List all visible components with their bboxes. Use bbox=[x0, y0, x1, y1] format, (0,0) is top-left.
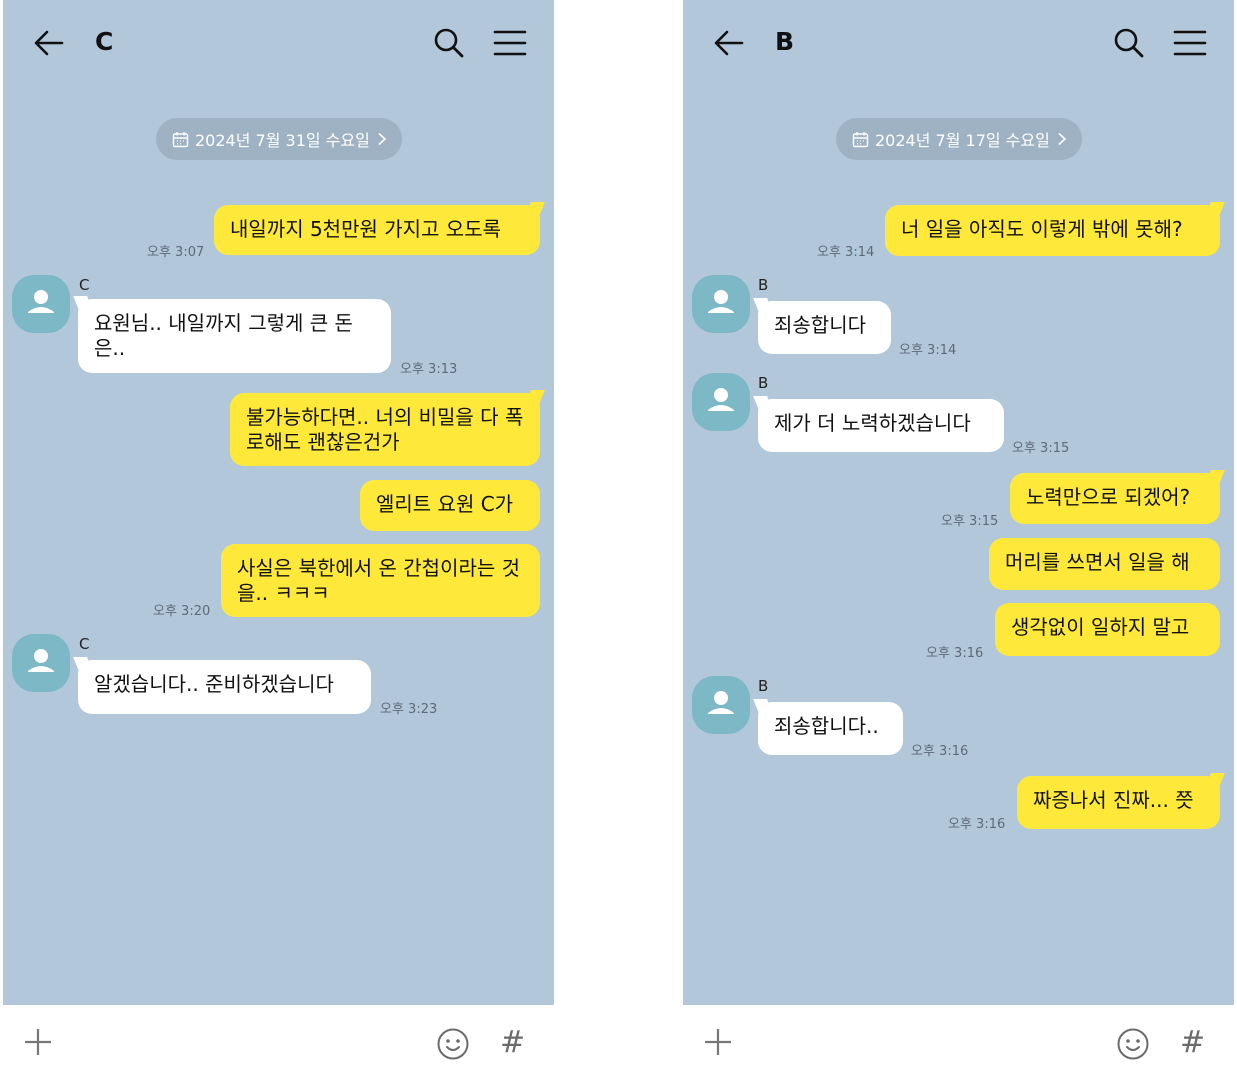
chat-title: B bbox=[775, 27, 795, 56]
message-time: 오후 3:15 bbox=[1012, 441, 1070, 456]
sent-message-bubble[interactable]: 내일까지 5천만원 가지고 오도록 bbox=[214, 205, 540, 255]
default-profile-icon bbox=[708, 388, 734, 411]
date-divider[interactable]: 2024년 7월 31일 수요일 bbox=[156, 118, 402, 160]
chat-header: C bbox=[3, 0, 554, 86]
message-text: 죄송합니다.. bbox=[774, 714, 879, 738]
profile-avatar[interactable] bbox=[692, 676, 750, 734]
default-profile-icon bbox=[28, 290, 54, 313]
received-message-bubble[interactable]: 알겠습니다.. 준비하겠습니다 bbox=[78, 660, 371, 714]
profile-avatar[interactable] bbox=[12, 634, 70, 692]
menu-icon[interactable] bbox=[493, 27, 527, 59]
chat-header: B bbox=[683, 0, 1234, 86]
chat-title: C bbox=[95, 27, 114, 56]
sent-message-bubble[interactable]: 생각없이 일하지 말고 bbox=[995, 603, 1220, 656]
plus-icon[interactable] bbox=[703, 1027, 733, 1057]
hashtag-icon[interactable]: # bbox=[500, 1025, 525, 1060]
message-text: 알겠습니다.. 준비하겠습니다 bbox=[94, 672, 334, 696]
chat-area[interactable]: C 2024년 7월 31일 수요일 오후 3:07 내일까지 5천만원 가지고… bbox=[3, 0, 554, 1005]
sender-name: B bbox=[758, 374, 769, 392]
message-text: 머리를 쓰면서 일을 해 bbox=[1005, 550, 1190, 574]
sent-message-bubble[interactable]: 너 일을 아직도 이렇게 밖에 못해? bbox=[885, 205, 1220, 256]
back-arrow-icon[interactable] bbox=[33, 28, 65, 58]
emoji-icon[interactable] bbox=[436, 1027, 470, 1061]
search-icon[interactable] bbox=[433, 27, 465, 59]
profile-avatar[interactable] bbox=[692, 373, 750, 431]
default-profile-icon bbox=[28, 649, 54, 672]
message-text: 내일까지 5천만원 가지고 오도록 bbox=[230, 217, 501, 241]
default-profile-icon bbox=[708, 691, 734, 714]
message-time: 오후 3:16 bbox=[926, 646, 984, 661]
profile-avatar[interactable] bbox=[692, 275, 750, 333]
received-message-bubble[interactable]: 죄송합니다.. bbox=[758, 702, 903, 755]
message-text: 죄송합니다 bbox=[774, 313, 866, 337]
calendar-icon bbox=[172, 131, 189, 147]
message-time: 오후 3:20 bbox=[153, 604, 211, 619]
sender-name: C bbox=[79, 276, 90, 294]
sent-message-bubble[interactable]: 불가능하다면.. 너의 비밀을 다 폭로해도 괜찮은건가 bbox=[230, 393, 540, 466]
back-arrow-icon[interactable] bbox=[713, 28, 745, 58]
sent-message-bubble[interactable]: 사실은 북한에서 온 간첩이라는 것을.. ㅋㅋㅋ bbox=[221, 544, 540, 617]
plus-icon[interactable] bbox=[23, 1027, 53, 1057]
default-profile-icon bbox=[708, 290, 734, 313]
message-time: 오후 3:16 bbox=[911, 744, 969, 759]
sent-message-bubble[interactable]: 엘리트 요원 C가 bbox=[360, 480, 540, 531]
message-text: 짜증나서 진짜... 쯧 bbox=[1033, 788, 1194, 812]
sent-message-bubble[interactable]: 짜증나서 진짜... 쯧 bbox=[1017, 776, 1220, 829]
received-message-bubble[interactable]: 제가 더 노력하겠습니다 bbox=[758, 399, 1004, 452]
chat-screen-right: B 2024년 7월 17일 수요일 오후 3:14 너 일을 아직도 이렇게 … bbox=[683, 0, 1234, 1075]
message-text: 요원님.. 내일까지 그렇게 큰 돈은.. bbox=[94, 311, 353, 360]
message-text: 너 일을 아직도 이렇게 밖에 못해? bbox=[901, 217, 1183, 241]
message-text: 노력만으로 되겠어? bbox=[1026, 485, 1191, 509]
message-text: 엘리트 요원 C가 bbox=[376, 492, 514, 516]
sender-name: C bbox=[79, 635, 90, 653]
date-text: 2024년 7월 17일 수요일 bbox=[875, 131, 1050, 150]
date-divider[interactable]: 2024년 7월 17일 수요일 bbox=[836, 118, 1082, 160]
sent-message-bubble[interactable]: 머리를 쓰면서 일을 해 bbox=[989, 538, 1220, 590]
chat-screen-left: C 2024년 7월 31일 수요일 오후 3:07 내일까지 5천만원 가지고… bbox=[3, 0, 554, 1075]
message-time: 오후 3:15 bbox=[941, 514, 999, 529]
chevron-right-icon bbox=[378, 132, 387, 146]
sender-name: B bbox=[758, 276, 769, 294]
calendar-icon bbox=[852, 131, 869, 147]
received-message-bubble[interactable]: 죄송합니다 bbox=[758, 301, 891, 354]
hashtag-icon[interactable]: # bbox=[1180, 1025, 1205, 1060]
message-text: 생각없이 일하지 말고 bbox=[1011, 615, 1190, 639]
message-time: 오후 3:13 bbox=[400, 362, 458, 377]
message-text: 제가 더 노력하겠습니다 bbox=[774, 411, 971, 435]
search-icon[interactable] bbox=[1113, 27, 1145, 59]
input-bar: # bbox=[3, 1005, 554, 1075]
received-message-bubble[interactable]: 요원님.. 내일까지 그렇게 큰 돈은.. bbox=[78, 299, 391, 373]
profile-avatar[interactable] bbox=[12, 275, 70, 333]
menu-icon[interactable] bbox=[1173, 27, 1207, 59]
chat-area[interactable]: B 2024년 7월 17일 수요일 오후 3:14 너 일을 아직도 이렇게 … bbox=[683, 0, 1234, 1005]
emoji-icon[interactable] bbox=[1116, 1027, 1150, 1061]
message-time: 오후 3:16 bbox=[948, 817, 1006, 832]
chevron-right-icon bbox=[1058, 132, 1067, 146]
message-text: 불가능하다면.. 너의 비밀을 다 폭로해도 괜찮은건가 bbox=[246, 405, 524, 454]
message-time: 오후 3:07 bbox=[147, 245, 205, 260]
sent-message-bubble[interactable]: 노력만으로 되겠어? bbox=[1010, 473, 1220, 524]
message-time: 오후 3:14 bbox=[817, 245, 875, 260]
input-bar: # bbox=[683, 1005, 1234, 1075]
sender-name: B bbox=[758, 677, 769, 695]
message-text: 사실은 북한에서 온 간첩이라는 것을.. ㅋㅋㅋ bbox=[237, 556, 521, 605]
message-time: 오후 3:14 bbox=[899, 343, 957, 358]
date-text: 2024년 7월 31일 수요일 bbox=[195, 131, 370, 150]
message-time: 오후 3:23 bbox=[380, 702, 438, 717]
